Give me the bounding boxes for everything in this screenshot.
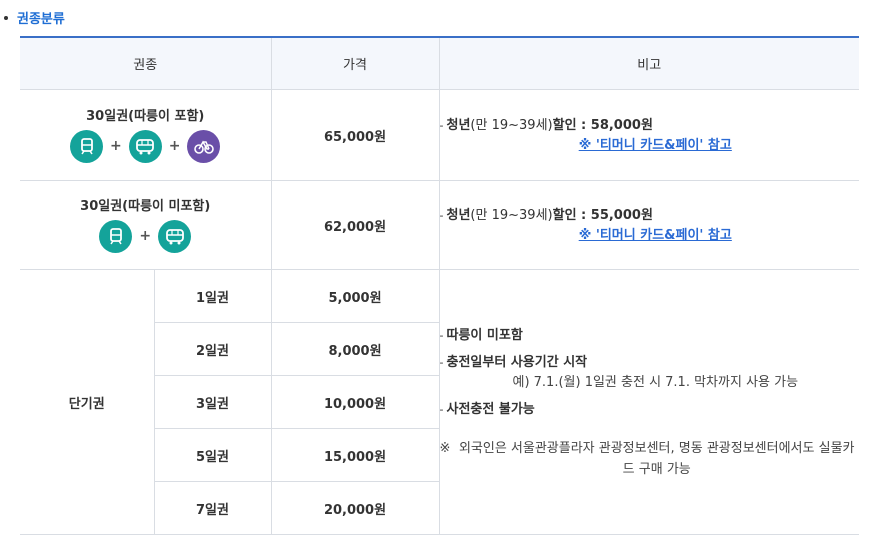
days-cell: 2일권 — [154, 322, 272, 376]
note-item: - 사전충전 불가능 — [440, 399, 860, 420]
price-cell: 65,000원 — [271, 89, 440, 181]
ticket-name: 30일권(따릉이 미포함) — [80, 198, 211, 214]
header-ticket-type: 권종 — [20, 36, 272, 90]
ticket-cell: 30일권(따릉이 포함) + + — [20, 89, 272, 181]
note-text: 따릉이 미포함 — [446, 327, 523, 343]
plus-sign: + — [168, 138, 181, 154]
header-price: 가격 — [271, 36, 440, 90]
section-title: 권종분류 — [17, 11, 65, 27]
bike-icon — [187, 129, 221, 163]
age-range: (만 19~39세) — [470, 117, 553, 133]
note-text: 사전충전 불가능 — [446, 401, 535, 417]
discount-line: - 청년 (만 19~39세) 할인 : 58,000원 — [440, 115, 860, 136]
ticket-name: 30일권(따릉이 포함) — [86, 108, 205, 124]
dash-mark: - — [439, 328, 444, 342]
transport-icons: + — [20, 219, 271, 253]
table-row: 30일권(따릉이 미포함) + 62,000원 - 청년 (만 19~39세) — [20, 180, 860, 270]
youth-label: 청년 — [446, 207, 471, 223]
dash-mark: - — [439, 208, 444, 222]
days-cell: 5일권 — [154, 428, 272, 482]
header-remarks: 비고 — [439, 36, 860, 90]
price-cell: 20,000원 — [271, 481, 440, 535]
remarks-cell: - 청년 (만 19~39세) 할인 : 58,000원 ※ '티머니 카드&페… — [439, 89, 860, 181]
short-term-label: 단기권 — [20, 269, 155, 535]
plus-sign: + — [110, 138, 122, 154]
bus-icon — [128, 129, 162, 163]
dash-mark: - — [439, 402, 444, 416]
youth-label: 청년 — [446, 117, 471, 133]
days-cell: 1일권 — [154, 269, 272, 323]
note-text: 외국인은 서울관광플라자 관광정보센터, 명동 관광정보센터에서도 실물카드 구… — [458, 440, 855, 477]
price-cell: 5,000원 — [271, 269, 440, 323]
note-item: - 따릉이 미포함 — [440, 325, 860, 346]
age-range: (만 19~39세) — [470, 207, 553, 223]
price-cell: 10,000원 — [271, 375, 440, 429]
discount-price: 할인 : 55,000원 — [552, 207, 653, 223]
note-text: 충전일부터 사용기간 시작 — [446, 354, 588, 370]
discount-price: 할인 : 58,000원 — [552, 117, 653, 133]
days-cell: 7일권 — [154, 481, 272, 535]
bullet-icon — [4, 15, 8, 20]
note-item: - 충전일부터 사용기간 시작 — [440, 352, 860, 373]
remarks-cell: - 청년 (만 19~39세) 할인 : 55,000원 ※ '티머니 카드&페… — [439, 180, 860, 270]
price-cell: 15,000원 — [271, 428, 440, 482]
dash-mark: - — [439, 118, 444, 132]
dash-mark: - — [439, 355, 444, 369]
subway-icon — [99, 219, 133, 253]
plus-sign: + — [139, 228, 152, 244]
note-example: 예) 7.1.(월) 1일권 충전 시 7.1. 막차까지 사용 가능 — [512, 374, 799, 390]
tmoney-link[interactable]: ※ '티머니 카드&페이' 참고 — [579, 138, 732, 153]
section-heading: 권종분류 — [4, 6, 65, 28]
days-cell: 3일권 — [154, 375, 272, 429]
foreigner-note: ※ 외국인은 서울관광플라자 관광정보센터, 명동 관광정보센터에서도 실물카드… — [440, 438, 860, 480]
transport-icons: + + — [20, 129, 271, 163]
bus-icon — [158, 219, 192, 253]
table-row: 30일권(따릉이 포함) + + 65,000원 - 청년 (만 19~39세)… — [20, 89, 860, 181]
table-row: 단기권 1일권 5,000원 - 따릉이 미포함 - 충전일부터 사용기간 시작 예… — [20, 269, 860, 535]
ticket-cell: 30일권(따릉이 미포함) + — [20, 180, 272, 270]
short-term-remarks: - 따릉이 미포함 - 충전일부터 사용기간 시작 예) 7.1.(월) 1일권 충… — [439, 269, 860, 535]
discount-line: - 청년 (만 19~39세) 할인 : 55,000원 — [440, 205, 860, 226]
note-mark: ※ — [439, 440, 451, 456]
subway-icon — [70, 129, 104, 163]
fare-table: 권종 가격 비고 30일권(따릉이 포함) + + 65,000원 - 청년 (… — [20, 36, 860, 535]
price-cell: 62,000원 — [271, 180, 440, 270]
tmoney-link[interactable]: ※ '티머니 카드&페이' 참고 — [579, 228, 732, 243]
price-cell: 8,000원 — [271, 322, 440, 376]
